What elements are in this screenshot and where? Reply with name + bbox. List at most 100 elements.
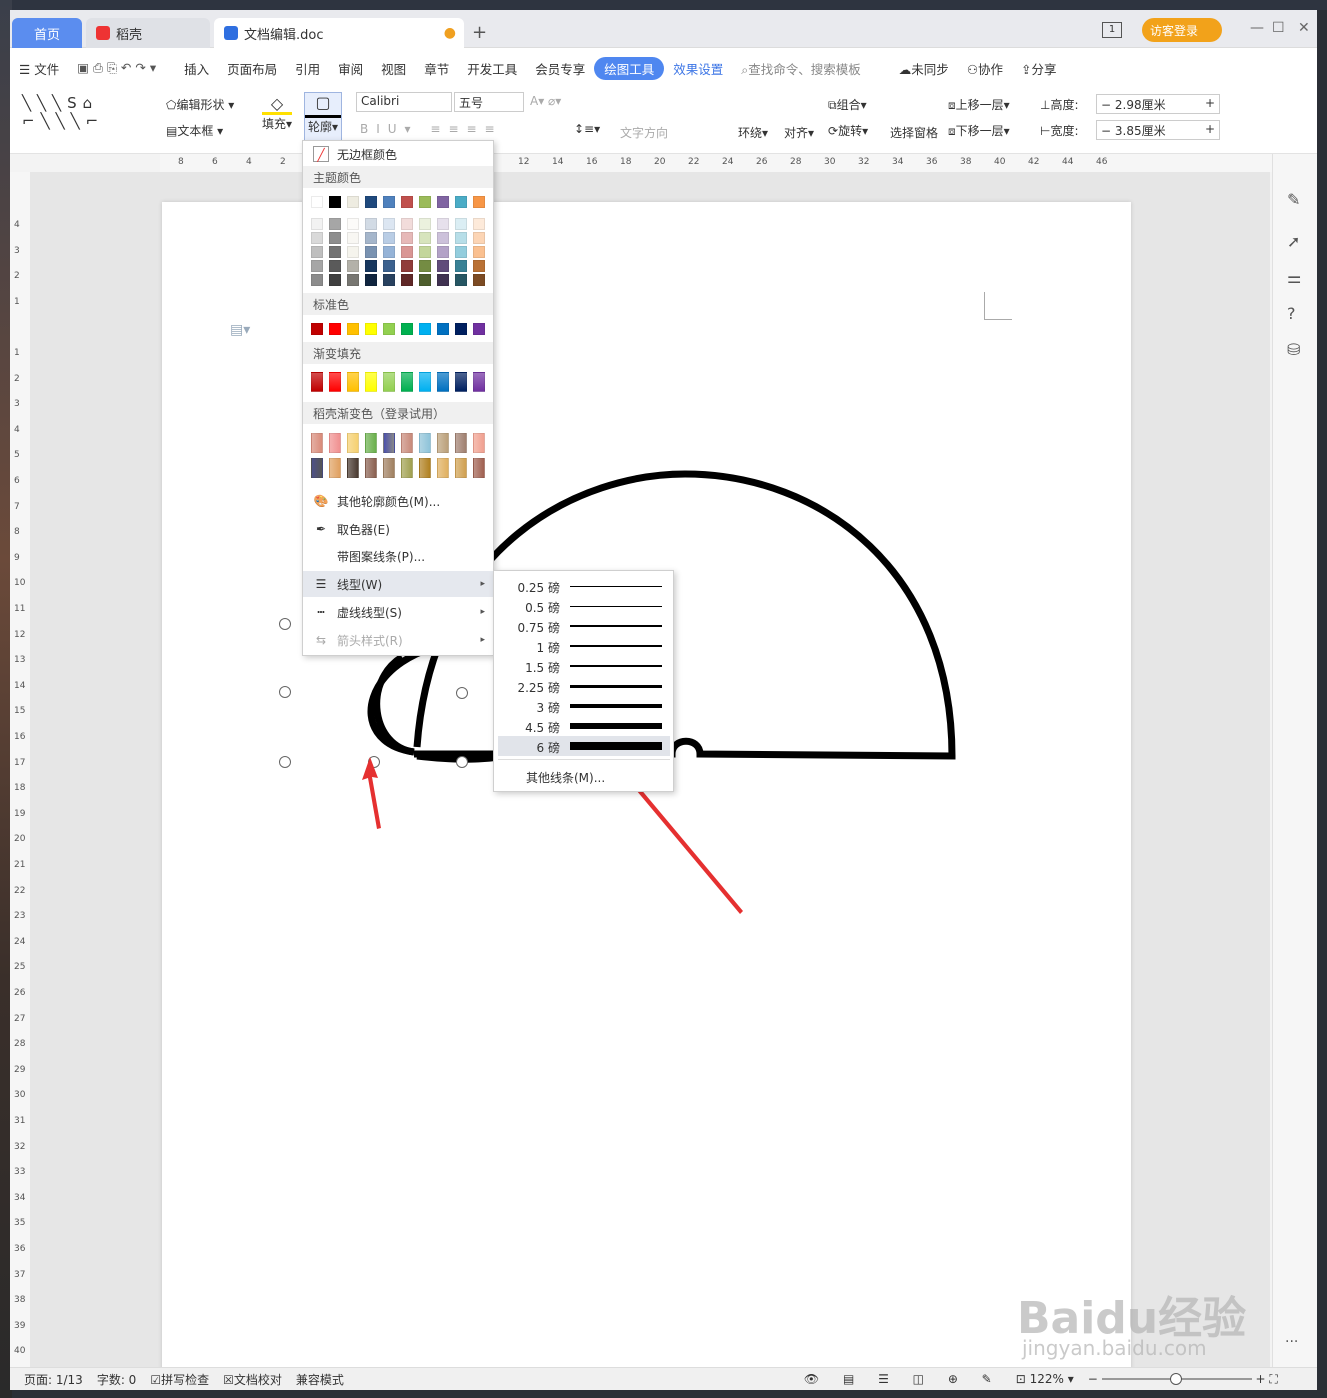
help-icon[interactable]: ? — [1287, 304, 1296, 323]
daoke-gradient-swatch[interactable] — [329, 458, 341, 478]
standard-color-swatch[interactable] — [455, 323, 467, 335]
backup-icon[interactable]: ⛁ — [1287, 340, 1300, 359]
daoke-gradient-swatch[interactable] — [383, 433, 395, 453]
theme-shade-swatch[interactable] — [383, 274, 395, 286]
bring-forward-button[interactable]: ⧈上移一层▾ — [948, 96, 1010, 113]
theme-shade-swatch[interactable] — [311, 218, 323, 230]
theme-shade-swatch[interactable] — [329, 246, 341, 258]
gradient-swatch[interactable] — [329, 372, 341, 392]
page-indicator[interactable]: 页面: 1/13 — [24, 1371, 83, 1388]
line-type-option[interactable]: ☰ 线型(W) ▸ — [303, 571, 493, 597]
resize-handle-bl[interactable] — [279, 756, 291, 768]
daoke-gradient-swatch[interactable] — [347, 433, 359, 453]
theme-color-swatch[interactable] — [383, 196, 395, 208]
standard-color-swatch[interactable] — [383, 323, 395, 335]
theme-shade-swatch[interactable] — [437, 246, 449, 258]
dash-type-option[interactable]: ┅ 虚线线型(S) ▸ — [303, 599, 493, 625]
theme-shade-swatch[interactable] — [347, 274, 359, 286]
close-button[interactable]: ✕ — [1298, 20, 1310, 36]
standard-color-swatch[interactable] — [347, 323, 359, 335]
theme-shade-swatch[interactable] — [419, 260, 431, 272]
menu-item-chapter[interactable]: 章节 — [415, 59, 458, 78]
daoke-gradient-swatch[interactable] — [365, 458, 377, 478]
quick-access-icons[interactable]: ▣ ⎙ ⎘ ↶ ↷ ▾ — [68, 60, 165, 76]
doc-proof[interactable]: ☒文档校对 — [223, 1371, 282, 1388]
theme-color-swatch[interactable] — [347, 196, 359, 208]
zoom-level[interactable]: ⊡ 122% ▾ — [1016, 1372, 1074, 1386]
gradient-swatch[interactable] — [473, 372, 485, 392]
theme-shade-swatch[interactable] — [383, 218, 395, 230]
theme-shade-swatch[interactable] — [455, 218, 467, 230]
daoke-gradient-swatch[interactable] — [383, 458, 395, 478]
daoke-gradient-swatch[interactable] — [401, 458, 413, 478]
theme-shade-swatch[interactable] — [329, 274, 341, 286]
theme-shade-swatch[interactable] — [365, 246, 377, 258]
daoke-gradient-swatch[interactable] — [455, 433, 467, 453]
theme-shade-swatch[interactable] — [347, 218, 359, 230]
settings-sliders-icon[interactable]: ⚌ — [1287, 268, 1301, 287]
theme-shade-swatch[interactable] — [365, 232, 377, 244]
fill-button[interactable]: ◇ 填充▾ — [262, 94, 292, 132]
arrow-style-option[interactable]: ⇆ 箭头样式(R) ▸ — [303, 627, 493, 653]
line-weight-option[interactable]: 4.5 磅 — [498, 716, 670, 736]
format-icons[interactable]: BIU▾ ≡≡≡≡ — [360, 122, 503, 136]
line-weight-option[interactable]: 2.25 磅 — [498, 676, 670, 696]
theme-color-swatch[interactable] — [473, 196, 485, 208]
line-weight-option[interactable]: 0.5 磅 — [498, 596, 670, 616]
view-mode-icons[interactable]: 👁 ▤ ☰ ◫ ⊕ ✎ — [804, 1372, 1002, 1386]
theme-shade-swatch[interactable] — [365, 218, 377, 230]
theme-shade-swatch[interactable] — [473, 218, 485, 230]
spell-check[interactable]: ☑拼写检查 — [150, 1371, 209, 1388]
width-input[interactable]: − 3.85厘米 + — [1096, 120, 1220, 140]
theme-shade-swatch[interactable] — [455, 260, 467, 272]
login-button[interactable]: 访客登录 — [1142, 18, 1222, 42]
daoke-gradient-swatch[interactable] — [311, 433, 323, 453]
theme-shade-swatch[interactable] — [473, 232, 485, 244]
resize-handle-tl[interactable] — [279, 618, 291, 630]
theme-color-swatch[interactable] — [329, 196, 341, 208]
sync-button[interactable]: ☁未同步 — [890, 59, 958, 78]
search-command[interactable]: ⌕查找命令、搜索模板 — [732, 59, 870, 78]
daoke-gradient-swatch[interactable] — [437, 433, 449, 453]
theme-shade-swatch[interactable] — [329, 260, 341, 272]
theme-shade-swatch[interactable] — [347, 246, 359, 258]
line-weight-option[interactable]: 3 磅 — [498, 696, 670, 716]
share-button[interactable]: ⇪分享 — [1012, 59, 1066, 78]
zoom-slider[interactable]: − + ⛶ — [1088, 1372, 1278, 1387]
daoke-gradient-swatch[interactable] — [347, 458, 359, 478]
theme-shade-swatch[interactable] — [347, 260, 359, 272]
line-weight-option[interactable]: 0.75 磅 — [498, 616, 670, 636]
daoke-gradient-swatch[interactable] — [329, 433, 341, 453]
shape-gallery[interactable]: ╲╲╲S⌂ ⌐╲╲╲⌐ — [22, 94, 104, 130]
standard-color-swatch[interactable] — [329, 323, 341, 335]
resize-handle-ml[interactable] — [279, 686, 291, 698]
theme-shade-swatch[interactable] — [437, 274, 449, 286]
standard-color-swatch[interactable] — [437, 323, 449, 335]
line-weight-option[interactable]: 1 磅 — [498, 636, 670, 656]
file-menu[interactable]: ☰ 文件 — [10, 59, 68, 78]
line-weight-option[interactable]: 6 磅 — [498, 736, 670, 756]
theme-shade-swatch[interactable] — [311, 260, 323, 272]
theme-shade-swatch[interactable] — [311, 232, 323, 244]
gradient-swatch[interactable] — [437, 372, 449, 392]
cursor-icon[interactable]: ➚ — [1287, 232, 1300, 251]
gradient-swatch[interactable] — [419, 372, 431, 392]
daoke-gradient-swatch[interactable] — [401, 433, 413, 453]
outline-button[interactable]: ▢ 轮廓▾ — [304, 92, 342, 144]
font-color-icon[interactable]: A▾ ⌀▾ — [530, 94, 561, 108]
theme-shade-swatch[interactable] — [401, 274, 413, 286]
theme-shade-swatch[interactable] — [419, 246, 431, 258]
theme-shade-swatch[interactable] — [437, 232, 449, 244]
page-badge[interactable]: 1 — [1102, 22, 1122, 38]
daoke-gradient-swatch[interactable] — [455, 458, 467, 478]
minimize-button[interactable]: — — [1250, 20, 1264, 36]
no-border-option[interactable]: ╱ 无边框颜色 — [303, 141, 493, 167]
daoke-gradient-swatch[interactable] — [437, 458, 449, 478]
word-count[interactable]: 字数: 0 — [97, 1371, 137, 1388]
gradient-swatch[interactable] — [347, 372, 359, 392]
theme-shade-swatch[interactable] — [347, 232, 359, 244]
more-colors-option[interactable]: 🎨 其他轮廓颜色(M)... — [303, 488, 493, 514]
menu-item-review[interactable]: 审阅 — [329, 59, 372, 78]
group-button[interactable]: ⧉组合▾ — [828, 96, 867, 113]
theme-shade-swatch[interactable] — [401, 260, 413, 272]
